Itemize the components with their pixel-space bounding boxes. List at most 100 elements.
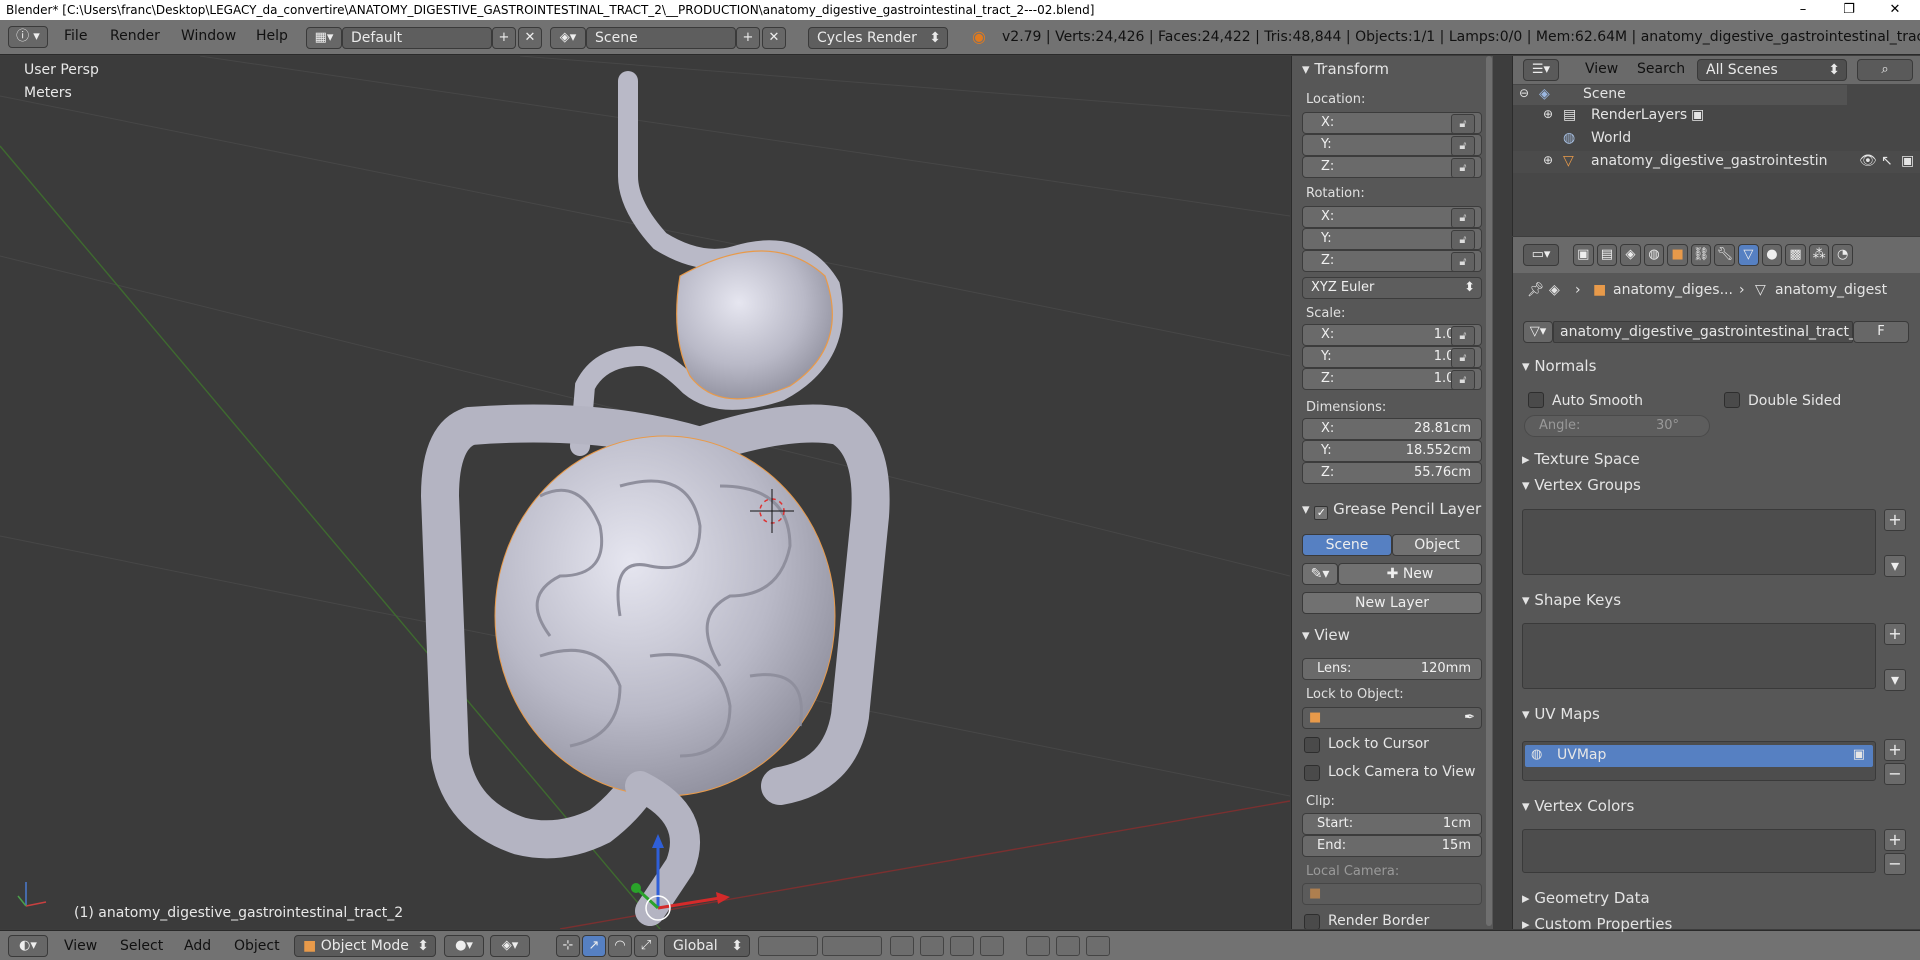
scene-tab-icon[interactable]: ◈: [1620, 244, 1641, 266]
lock-object-field[interactable]: ■ ✒: [1302, 707, 1482, 729]
outliner-editor-icon[interactable]: ☰▾: [1523, 59, 1559, 81]
clip-start-field[interactable]: Start: 1cm: [1302, 813, 1482, 835]
menu-render[interactable]: Render: [110, 28, 160, 44]
remove-uv-map-button[interactable]: −: [1884, 763, 1906, 785]
data-tab-icon[interactable]: ▽: [1738, 244, 1759, 266]
dimensions-x-field[interactable]: X: 28.81cm: [1302, 418, 1482, 440]
properties-editor-icon[interactable]: ▭▾: [1523, 244, 1559, 266]
menu-select[interactable]: Select: [120, 938, 163, 954]
lock-scale-z-icon[interactable]: 🔓︎: [1451, 370, 1475, 390]
eyedropper-icon[interactable]: ✒: [1464, 708, 1475, 728]
shape-keys-list[interactable]: [1522, 623, 1876, 689]
minimize-button[interactable]: –: [1780, 0, 1826, 20]
vertex-colors-panel-header[interactable]: ▾ Vertex Colors: [1522, 797, 1634, 815]
tab-grease-scene[interactable]: Scene: [1302, 534, 1392, 556]
opengl-render-image-icon[interactable]: [1026, 936, 1050, 956]
local-camera-field[interactable]: ■: [1302, 883, 1482, 905]
modifiers-tab-icon[interactable]: 🔧︎: [1714, 244, 1736, 266]
close-button[interactable]: ✕: [1872, 0, 1918, 20]
add-shape-key-button[interactable]: +: [1884, 623, 1906, 645]
remove-layout-icon[interactable]: ✕: [518, 27, 542, 49]
screen-layout-icon[interactable]: ▦▾: [306, 27, 342, 49]
auto-smooth-angle-field[interactable]: Angle: 30°: [1524, 415, 1710, 437]
search-icon[interactable]: ⌕: [1857, 59, 1913, 81]
proportional-edit-icon[interactable]: [920, 936, 944, 956]
scale-manipulator-icon[interactable]: ⤢: [634, 935, 658, 957]
texture-tab-icon[interactable]: ▩: [1785, 244, 1806, 266]
opengl-render-animation-icon[interactable]: [1056, 936, 1080, 956]
new-layer-button[interactable]: New Layer: [1302, 592, 1482, 614]
tab-grease-object[interactable]: Object: [1392, 534, 1482, 556]
physics-tab-icon[interactable]: ◔: [1832, 244, 1853, 266]
clip-end-field[interactable]: End: 15m: [1302, 835, 1482, 857]
translate-manipulator-icon[interactable]: ↗: [582, 935, 606, 957]
lock-rotation-x-icon[interactable]: 🔓︎: [1451, 208, 1475, 228]
rotate-manipulator-icon[interactable]: ◠: [608, 935, 632, 957]
outliner-item-renderlayers[interactable]: RenderLayers: [1591, 107, 1687, 123]
outliner-item-object[interactable]: anatomy_digestive_gastrointestinal_tra: [1591, 153, 1827, 169]
snap-toggle-icon[interactable]: [950, 936, 974, 956]
layers-grid-2[interactable]: [822, 936, 882, 956]
add-vertex-color-button[interactable]: +: [1884, 829, 1906, 851]
editor-type-3dview-icon[interactable]: ◐▾: [8, 935, 48, 957]
add-layout-icon[interactable]: +: [492, 27, 516, 49]
active-render-camera-icon[interactable]: ▣: [1853, 747, 1865, 762]
grease-pencil-checkbox[interactable]: ✓: [1314, 506, 1329, 520]
menu-add[interactable]: Add: [184, 938, 211, 954]
pencil-icon[interactable]: ✎▾: [1302, 563, 1338, 585]
menu-object[interactable]: Object: [234, 938, 280, 954]
expand-icon[interactable]: ⊕: [1543, 153, 1553, 167]
vertex-colors-list[interactable]: [1522, 829, 1876, 873]
menu-file[interactable]: File: [64, 28, 87, 44]
snap-element-icon[interactable]: [980, 936, 1004, 956]
add-uv-map-button[interactable]: +: [1884, 739, 1906, 761]
auto-smooth-checkbox[interactable]: [1528, 392, 1544, 408]
fake-user-button[interactable]: F: [1853, 321, 1909, 343]
lock-location-y-icon[interactable]: 🔓︎: [1451, 136, 1475, 156]
shape-key-menu-button[interactable]: ▾: [1884, 669, 1906, 691]
uv-map-item[interactable]: ◍ UVMap ▣: [1525, 745, 1873, 767]
outliner-menu-search[interactable]: Search: [1637, 61, 1685, 77]
grease-pencil-panel-header[interactable]: ▾ ✓ Grease Pencil Layer: [1292, 496, 1493, 522]
lock-scale-y-icon[interactable]: 🔓︎: [1451, 348, 1475, 368]
transform-orientation-dropdown[interactable]: Global ⬍: [664, 935, 750, 957]
maximize-button[interactable]: ❐: [1826, 0, 1872, 20]
lock-camera-checkbox[interactable]: [1304, 765, 1320, 781]
renderable-camera-icon[interactable]: ▣: [1901, 153, 1914, 169]
collapse-icon[interactable]: ⊖: [1519, 86, 1529, 100]
manipulator-toggle-icon[interactable]: ⊹: [556, 935, 580, 957]
custom-properties-panel-header[interactable]: ▸ Custom Properties: [1522, 915, 1672, 933]
vertex-groups-panel-header[interactable]: ▾ Vertex Groups: [1522, 476, 1641, 494]
lock-camera-icon[interactable]: [890, 936, 914, 956]
outliner-item-world[interactable]: World: [1591, 130, 1631, 146]
outliner-item-scene[interactable]: Scene: [1583, 86, 1626, 102]
scene-icon[interactable]: ◈▾: [550, 27, 586, 49]
texture-space-panel-header[interactable]: ▸ Texture Space: [1522, 450, 1640, 468]
menu-window[interactable]: Window: [181, 28, 236, 44]
dimensions-z-field[interactable]: Z: 55.76cm: [1302, 462, 1482, 484]
render-border-checkbox[interactable]: [1304, 914, 1320, 929]
pivot-point-icon[interactable]: ◈▾: [490, 935, 530, 957]
remove-scene-icon[interactable]: ✕: [762, 27, 786, 49]
vertex-groups-list[interactable]: [1522, 509, 1876, 575]
lock-scale-x-icon[interactable]: 🔓︎: [1451, 326, 1475, 346]
uv-maps-list[interactable]: ◍ UVMap ▣: [1522, 741, 1876, 781]
dimensions-y-field[interactable]: Y: 18.552cm: [1302, 440, 1482, 462]
menu-help[interactable]: Help: [256, 28, 288, 44]
layout-dropdown[interactable]: Default: [342, 27, 492, 49]
render-movie-icon[interactable]: [1086, 936, 1110, 956]
add-vertex-group-button[interactable]: +: [1884, 509, 1906, 531]
object-tab-icon[interactable]: ■: [1667, 244, 1688, 266]
selectable-arrow-icon[interactable]: ↖: [1881, 153, 1893, 169]
mesh-browse-icon[interactable]: ▽▾: [1523, 321, 1553, 343]
constraints-tab-icon[interactable]: ⛓︎: [1690, 244, 1712, 266]
shelf-scrollbar[interactable]: [1486, 56, 1492, 926]
double-sided-checkbox[interactable]: [1724, 392, 1740, 408]
new-grease-pencil-button[interactable]: ✚ New: [1338, 563, 1482, 585]
render-layers-tab-icon[interactable]: ▤: [1596, 244, 1618, 266]
viewport-shading-icon[interactable]: ●▾: [444, 935, 484, 957]
view-panel-header[interactable]: ▾ View: [1292, 622, 1493, 648]
lock-location-z-icon[interactable]: 🔓︎: [1451, 158, 1475, 178]
lock-to-cursor-checkbox[interactable]: [1304, 737, 1320, 753]
rotation-mode-dropdown[interactable]: XYZ Euler ⬍: [1302, 277, 1482, 299]
